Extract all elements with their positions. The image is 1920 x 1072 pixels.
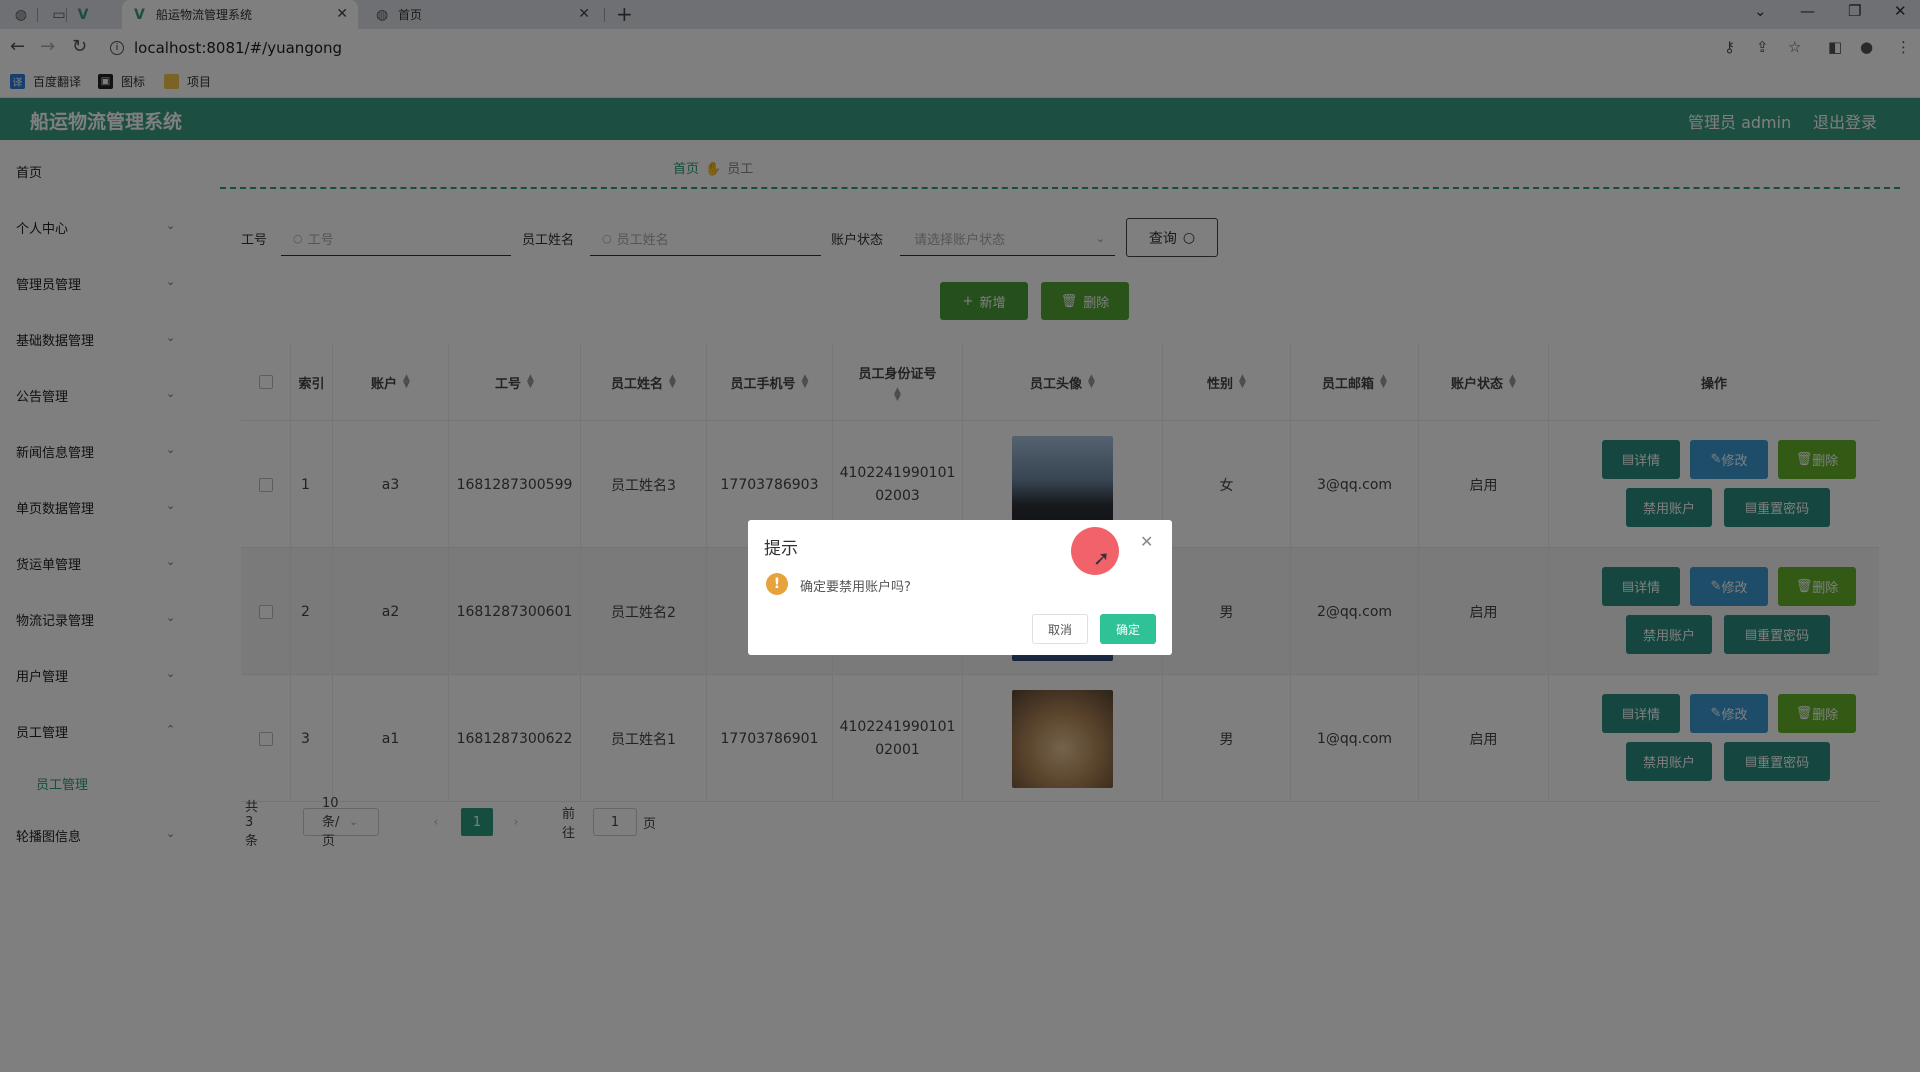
mouse-cursor-icon: ➚ — [1093, 546, 1110, 570]
dialog-title: 提示 — [764, 539, 798, 559]
confirm-button[interactable]: 确定 — [1100, 614, 1156, 644]
close-icon[interactable]: ✕ — [1140, 532, 1153, 551]
cancel-button[interactable]: 取消 — [1032, 614, 1088, 644]
warning-icon: ! — [766, 573, 788, 595]
dialog-message: 确定要禁用账户吗? — [800, 580, 911, 595]
